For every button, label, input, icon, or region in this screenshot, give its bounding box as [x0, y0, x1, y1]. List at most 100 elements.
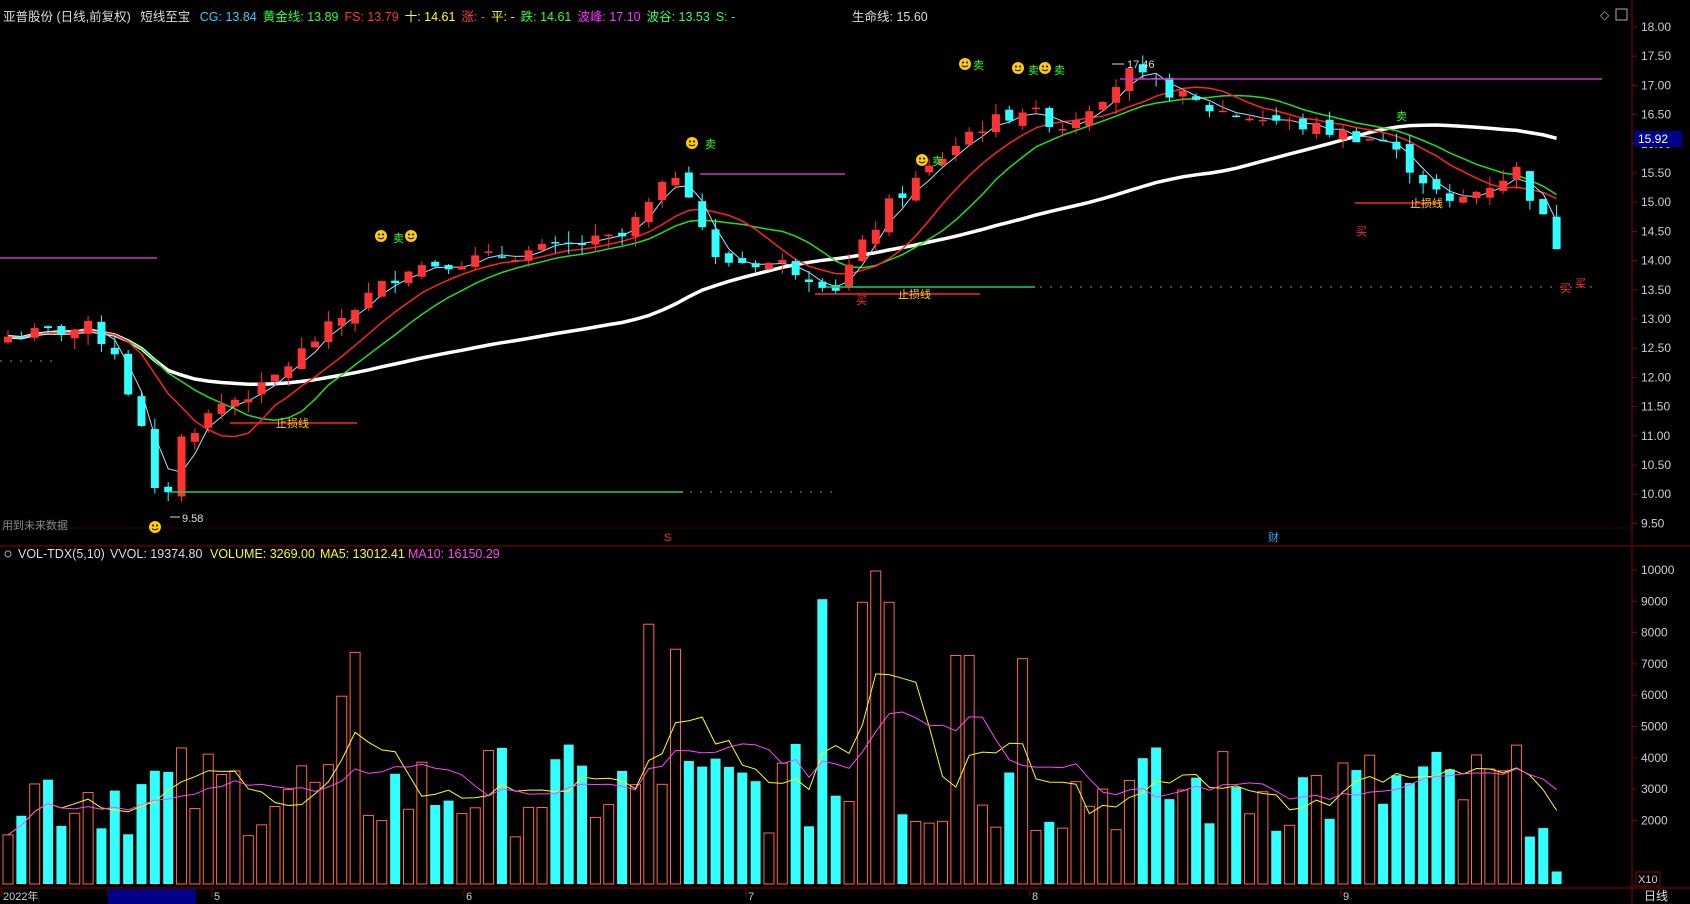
volume-bar — [109, 790, 120, 884]
price-tick-label: 12.00 — [1641, 370, 1671, 384]
current-price-label: 15.92 — [1638, 132, 1668, 146]
candle-body — [97, 321, 106, 344]
volume-tick-label: 10000 — [1641, 563, 1675, 577]
smiley-icon — [149, 521, 161, 533]
header-indicator-value: S: - — [715, 10, 736, 24]
header-indicator-value: 波谷: 13.53 — [646, 10, 710, 24]
candle-body — [871, 229, 880, 244]
price-tick-label: 17.00 — [1641, 78, 1671, 92]
s-marker: S — [664, 532, 671, 544]
stock-title[interactable]: 亚普股份 (日线,前复权) — [3, 10, 131, 24]
volume-tick-label: 9000 — [1641, 594, 1668, 608]
candle-body — [457, 266, 466, 270]
candle-body — [1312, 123, 1321, 135]
indicator-name[interactable]: 短线至宝 — [140, 10, 190, 24]
candle-body — [1525, 171, 1534, 201]
sell-signal: 卖 — [705, 138, 716, 151]
candle-body — [1432, 179, 1441, 190]
volume-bar — [563, 744, 574, 884]
candle-body — [1339, 130, 1347, 140]
smiley-icon — [1012, 62, 1024, 74]
candle-body — [1031, 107, 1040, 110]
candle-body — [364, 292, 373, 309]
vol-ma10: MA10: 16150.29 — [408, 547, 500, 561]
candle-body — [658, 181, 667, 201]
price-tick-label: 11.50 — [1641, 400, 1670, 414]
volume-bar — [1538, 828, 1549, 884]
candle-body — [1045, 108, 1054, 127]
header-indicator-value: 十: 14.61 — [404, 10, 456, 24]
candle-body — [1365, 139, 1374, 141]
candle-body — [711, 229, 720, 258]
date-tick-label: 7 — [748, 891, 754, 903]
vol-ma5: MA5: 13012.41 — [320, 547, 405, 561]
stop-loss-label-1: 止损线 — [276, 416, 309, 430]
candle-body — [1419, 174, 1428, 184]
high-price-label: 17.46 — [1127, 59, 1155, 71]
volume-bar — [723, 766, 734, 884]
candle-body — [591, 235, 600, 245]
volume-bar — [496, 747, 507, 884]
candle-body — [351, 310, 360, 324]
candle-body — [751, 263, 760, 268]
lifeline-value: 生命线: 15.60 — [852, 10, 928, 24]
candle-body — [698, 201, 707, 228]
candle-body — [417, 265, 426, 277]
volume-bar — [1378, 803, 1389, 884]
header-indicator-value: CG: 13.84 — [199, 10, 257, 24]
candle-body — [724, 253, 733, 263]
volume-bar — [830, 795, 841, 884]
volume-bar — [1444, 769, 1455, 884]
chart-header: 亚普股份 (日线,前复权) 短线至宝 CG: 13.84 黄金线: 13.89 FS… — [3, 6, 747, 24]
volume-bar — [1191, 777, 1202, 884]
candle-body — [124, 353, 133, 395]
candle-body — [377, 281, 386, 297]
candle-body — [4, 336, 12, 343]
candle-body — [297, 348, 306, 370]
volume-bar — [123, 834, 134, 884]
period-label: 日线 — [1644, 889, 1668, 903]
volume-bar — [1231, 787, 1242, 884]
date-tick-label: 9 — [1343, 891, 1349, 903]
candle-body — [831, 285, 840, 291]
candle-body — [951, 145, 960, 156]
candle-body — [1098, 101, 1107, 110]
volume-bar — [683, 760, 694, 884]
candle-body — [1232, 115, 1241, 118]
volume-tick-label: 5000 — [1641, 720, 1668, 734]
candle-body — [511, 260, 520, 262]
volume-bar — [1324, 818, 1335, 884]
price-tick-label: 17.50 — [1641, 49, 1671, 63]
buy-signal: 买 — [1575, 277, 1586, 290]
vol-unit: X10 — [1638, 874, 1658, 886]
volume-bar — [96, 828, 107, 884]
candle-body — [858, 239, 867, 262]
candle-body — [778, 259, 787, 264]
volume-bar — [897, 814, 908, 884]
volume-bar — [443, 800, 454, 884]
candle-body — [991, 114, 1000, 133]
candle-body — [471, 255, 480, 267]
price-tick-label: 9.50 — [1641, 516, 1665, 530]
volume-bar — [737, 772, 748, 884]
volume-bar — [1204, 823, 1215, 884]
candle-body — [70, 329, 79, 339]
candle-body — [484, 251, 493, 253]
volume-bar — [550, 759, 561, 884]
price-tick-label: 15.00 — [1641, 195, 1671, 209]
volume-bar — [710, 758, 721, 884]
candle-body — [337, 317, 346, 326]
header-indicator-value: 涨: - — [461, 10, 486, 24]
sell-signal: 卖 — [1396, 110, 1407, 123]
volume-bar — [1271, 830, 1282, 884]
diamond-icon[interactable]: ◇ — [1600, 8, 1610, 22]
volume-bar — [697, 766, 708, 884]
candle-body — [17, 337, 26, 339]
candle-body — [1058, 129, 1067, 131]
candle-body — [578, 243, 587, 246]
candle-body — [1459, 196, 1468, 203]
candle-body — [311, 341, 320, 348]
chart-area[interactable]: 18.0017.5017.0016.5016.0015.5015.0014.50… — [0, 0, 1690, 904]
candle-body — [978, 131, 987, 134]
buy-signal: 买 — [856, 294, 867, 307]
